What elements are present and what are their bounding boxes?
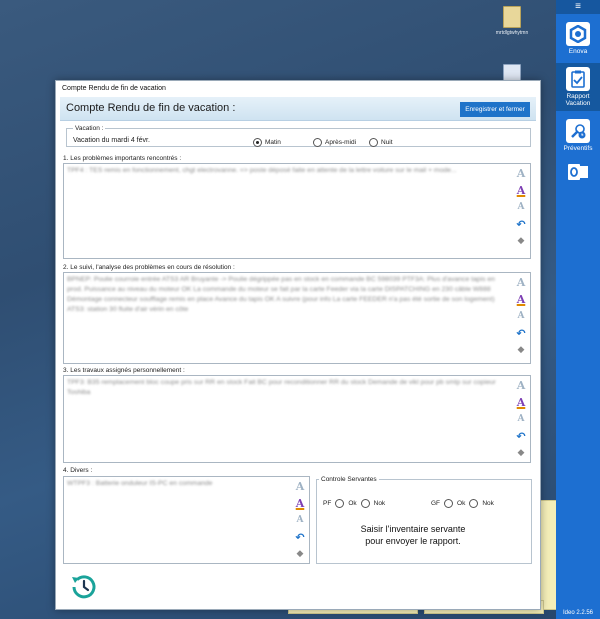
save-and-close-button[interactable]: Enregistrer et fermer	[460, 102, 530, 117]
font-color-icon[interactable]: A	[294, 497, 306, 510]
radio-matin-dot[interactable]	[253, 138, 262, 147]
section-3-toolbar: A A A ↶ ◆	[514, 379, 528, 460]
section-1-toolbar: A A A ↶ ◆	[514, 167, 528, 248]
radio-matin-label: Matin	[265, 139, 281, 146]
form-header: Compte Rendu de fin de vacation : Enregi…	[60, 97, 536, 121]
vacation-legend: Vacation :	[75, 125, 104, 132]
gf-nok-label: Nok	[482, 500, 494, 507]
wrench-clock-icon	[566, 119, 590, 143]
radio-nuit[interactable]: Nuit	[369, 138, 393, 147]
section-2-label: 2. Le suivi, l'analyse des problèmes en …	[63, 264, 235, 271]
undo-icon[interactable]: ↶	[515, 430, 527, 443]
radio-apres-midi-label: Après-midi	[325, 139, 357, 146]
pf-ok-radio[interactable]	[335, 499, 345, 508]
pf-control-row: PF Ok Nok	[323, 499, 385, 508]
pf-nok-label: Nok	[373, 500, 386, 507]
font-color-icon[interactable]: A	[515, 293, 527, 306]
section-1-text: TPF4 : TES remis en fonctionnement, chgt…	[67, 167, 457, 174]
section-2-text: BPNEP: Poulie courroie entrée ATS3 AR Br…	[67, 276, 495, 313]
desktop-file-label: mrtdlgtwhytmn	[495, 30, 529, 36]
font-style-icon[interactable]: A	[515, 201, 527, 214]
section-4-label: 4. Divers :	[63, 467, 93, 474]
radio-apres-midi[interactable]: Après-midi	[313, 138, 356, 147]
radio-matin[interactable]: Matin	[253, 138, 281, 147]
section-2-textarea[interactable]: BPNEP: Poulie courroie entrée ATS3 AR Br…	[63, 272, 531, 364]
font-style-icon[interactable]: A	[515, 310, 527, 323]
font-color-icon[interactable]: A	[515, 396, 527, 409]
font-style-icon[interactable]: A	[515, 413, 527, 426]
sidebar-item-rapport-vacation[interactable]: Rapport Vacation	[556, 63, 600, 111]
history-clock-icon[interactable]	[68, 571, 100, 603]
sidebar-item-preventifs[interactable]: Préventifs	[556, 119, 600, 152]
eraser-icon[interactable]: ◆	[515, 447, 527, 460]
gf-nok-radio[interactable]	[469, 499, 479, 508]
section-1-textarea[interactable]: TPF4 : TES remis en fonctionnement, chgt…	[63, 163, 531, 259]
sidebar-item-enova[interactable]: Enova	[556, 22, 600, 55]
vacation-date: Vacation du mardi 4 févr.	[73, 137, 150, 144]
gf-ok-radio[interactable]	[444, 499, 454, 508]
sidebar-item-outlook[interactable]	[556, 160, 600, 184]
controle-servantes-group: Controle Servantes PF Ok Nok GF Ok Nok S…	[316, 476, 532, 564]
section-3-label: 3. Les travaux assignés personnellement …	[63, 367, 185, 374]
sidebar-item-label: Préventifs	[563, 145, 593, 152]
window-title: Compte Rendu de fin de vacation	[56, 81, 540, 97]
clipboard-check-icon	[566, 67, 590, 91]
compte-rendu-window: Compte Rendu de fin de vacation Compte R…	[55, 80, 541, 610]
section-4-textarea[interactable]: WTPF3 : Batterie onduleur IS-PC en comma…	[63, 476, 310, 564]
section-3-textarea[interactable]: TPF3: B35 remplacement bloc coupe pris s…	[63, 375, 531, 463]
radio-apres-midi-dot[interactable]	[313, 138, 322, 147]
font-size-icon[interactable]: A	[515, 379, 527, 392]
desktop-file-icon[interactable]: mrtdlgtwhytmn	[494, 6, 530, 36]
app-sidebar: ≡ Enova Rapport Vacation Préventifs Ideo…	[556, 0, 600, 619]
hamburger-menu-icon[interactable]: ≡	[556, 0, 600, 14]
section-1-label: 1. Les problèmes importants rencontrés :	[63, 155, 182, 162]
font-size-icon[interactable]: A	[515, 167, 527, 180]
vacation-group: Vacation : Vacation du mardi 4 févr. Mat…	[66, 125, 531, 147]
eraser-icon[interactable]: ◆	[515, 344, 527, 357]
eraser-icon[interactable]: ◆	[294, 548, 306, 561]
controle-legend: Controle Servantes	[321, 476, 377, 483]
font-size-icon[interactable]: A	[515, 276, 527, 289]
gf-label: GF	[431, 500, 441, 507]
pf-label: PF	[323, 500, 332, 507]
pf-ok-label: Ok	[348, 500, 357, 507]
font-size-icon[interactable]: A	[294, 480, 306, 493]
gf-ok-label: Ok	[457, 500, 466, 507]
sidebar-item-label: Enova	[568, 48, 588, 55]
gf-control-row: GF Ok Nok	[431, 499, 494, 508]
desktop-sticky-note	[538, 500, 558, 610]
pf-nok-radio[interactable]	[360, 499, 370, 508]
undo-icon[interactable]: ↶	[294, 531, 306, 544]
outlook-icon	[566, 160, 590, 184]
undo-icon[interactable]: ↶	[515, 327, 527, 340]
section-4-toolbar: A A A ↶ ◆	[293, 480, 307, 561]
section-4-text: WTPF3 : Batterie onduleur IS-PC en comma…	[67, 480, 213, 487]
eraser-icon[interactable]: ◆	[515, 235, 527, 248]
page-title: Compte Rendu de fin de vacation :	[66, 102, 236, 114]
font-style-icon[interactable]: A	[294, 514, 306, 527]
app-version: Ideo 2.2.56	[562, 610, 594, 616]
section-2-toolbar: A A A ↶ ◆	[514, 276, 528, 357]
enova-icon	[566, 22, 590, 46]
section-3-text: TPF3: B35 remplacement bloc coupe pris s…	[67, 379, 496, 396]
undo-icon[interactable]: ↶	[515, 218, 527, 231]
font-color-icon[interactable]: A	[515, 184, 527, 197]
radio-nuit-dot[interactable]	[369, 138, 378, 147]
sidebar-item-label: Rapport Vacation	[565, 93, 591, 107]
inventory-message: Saisir l'inventaire servante pour envoye…	[360, 524, 466, 546]
radio-nuit-label: Nuit	[381, 139, 393, 146]
